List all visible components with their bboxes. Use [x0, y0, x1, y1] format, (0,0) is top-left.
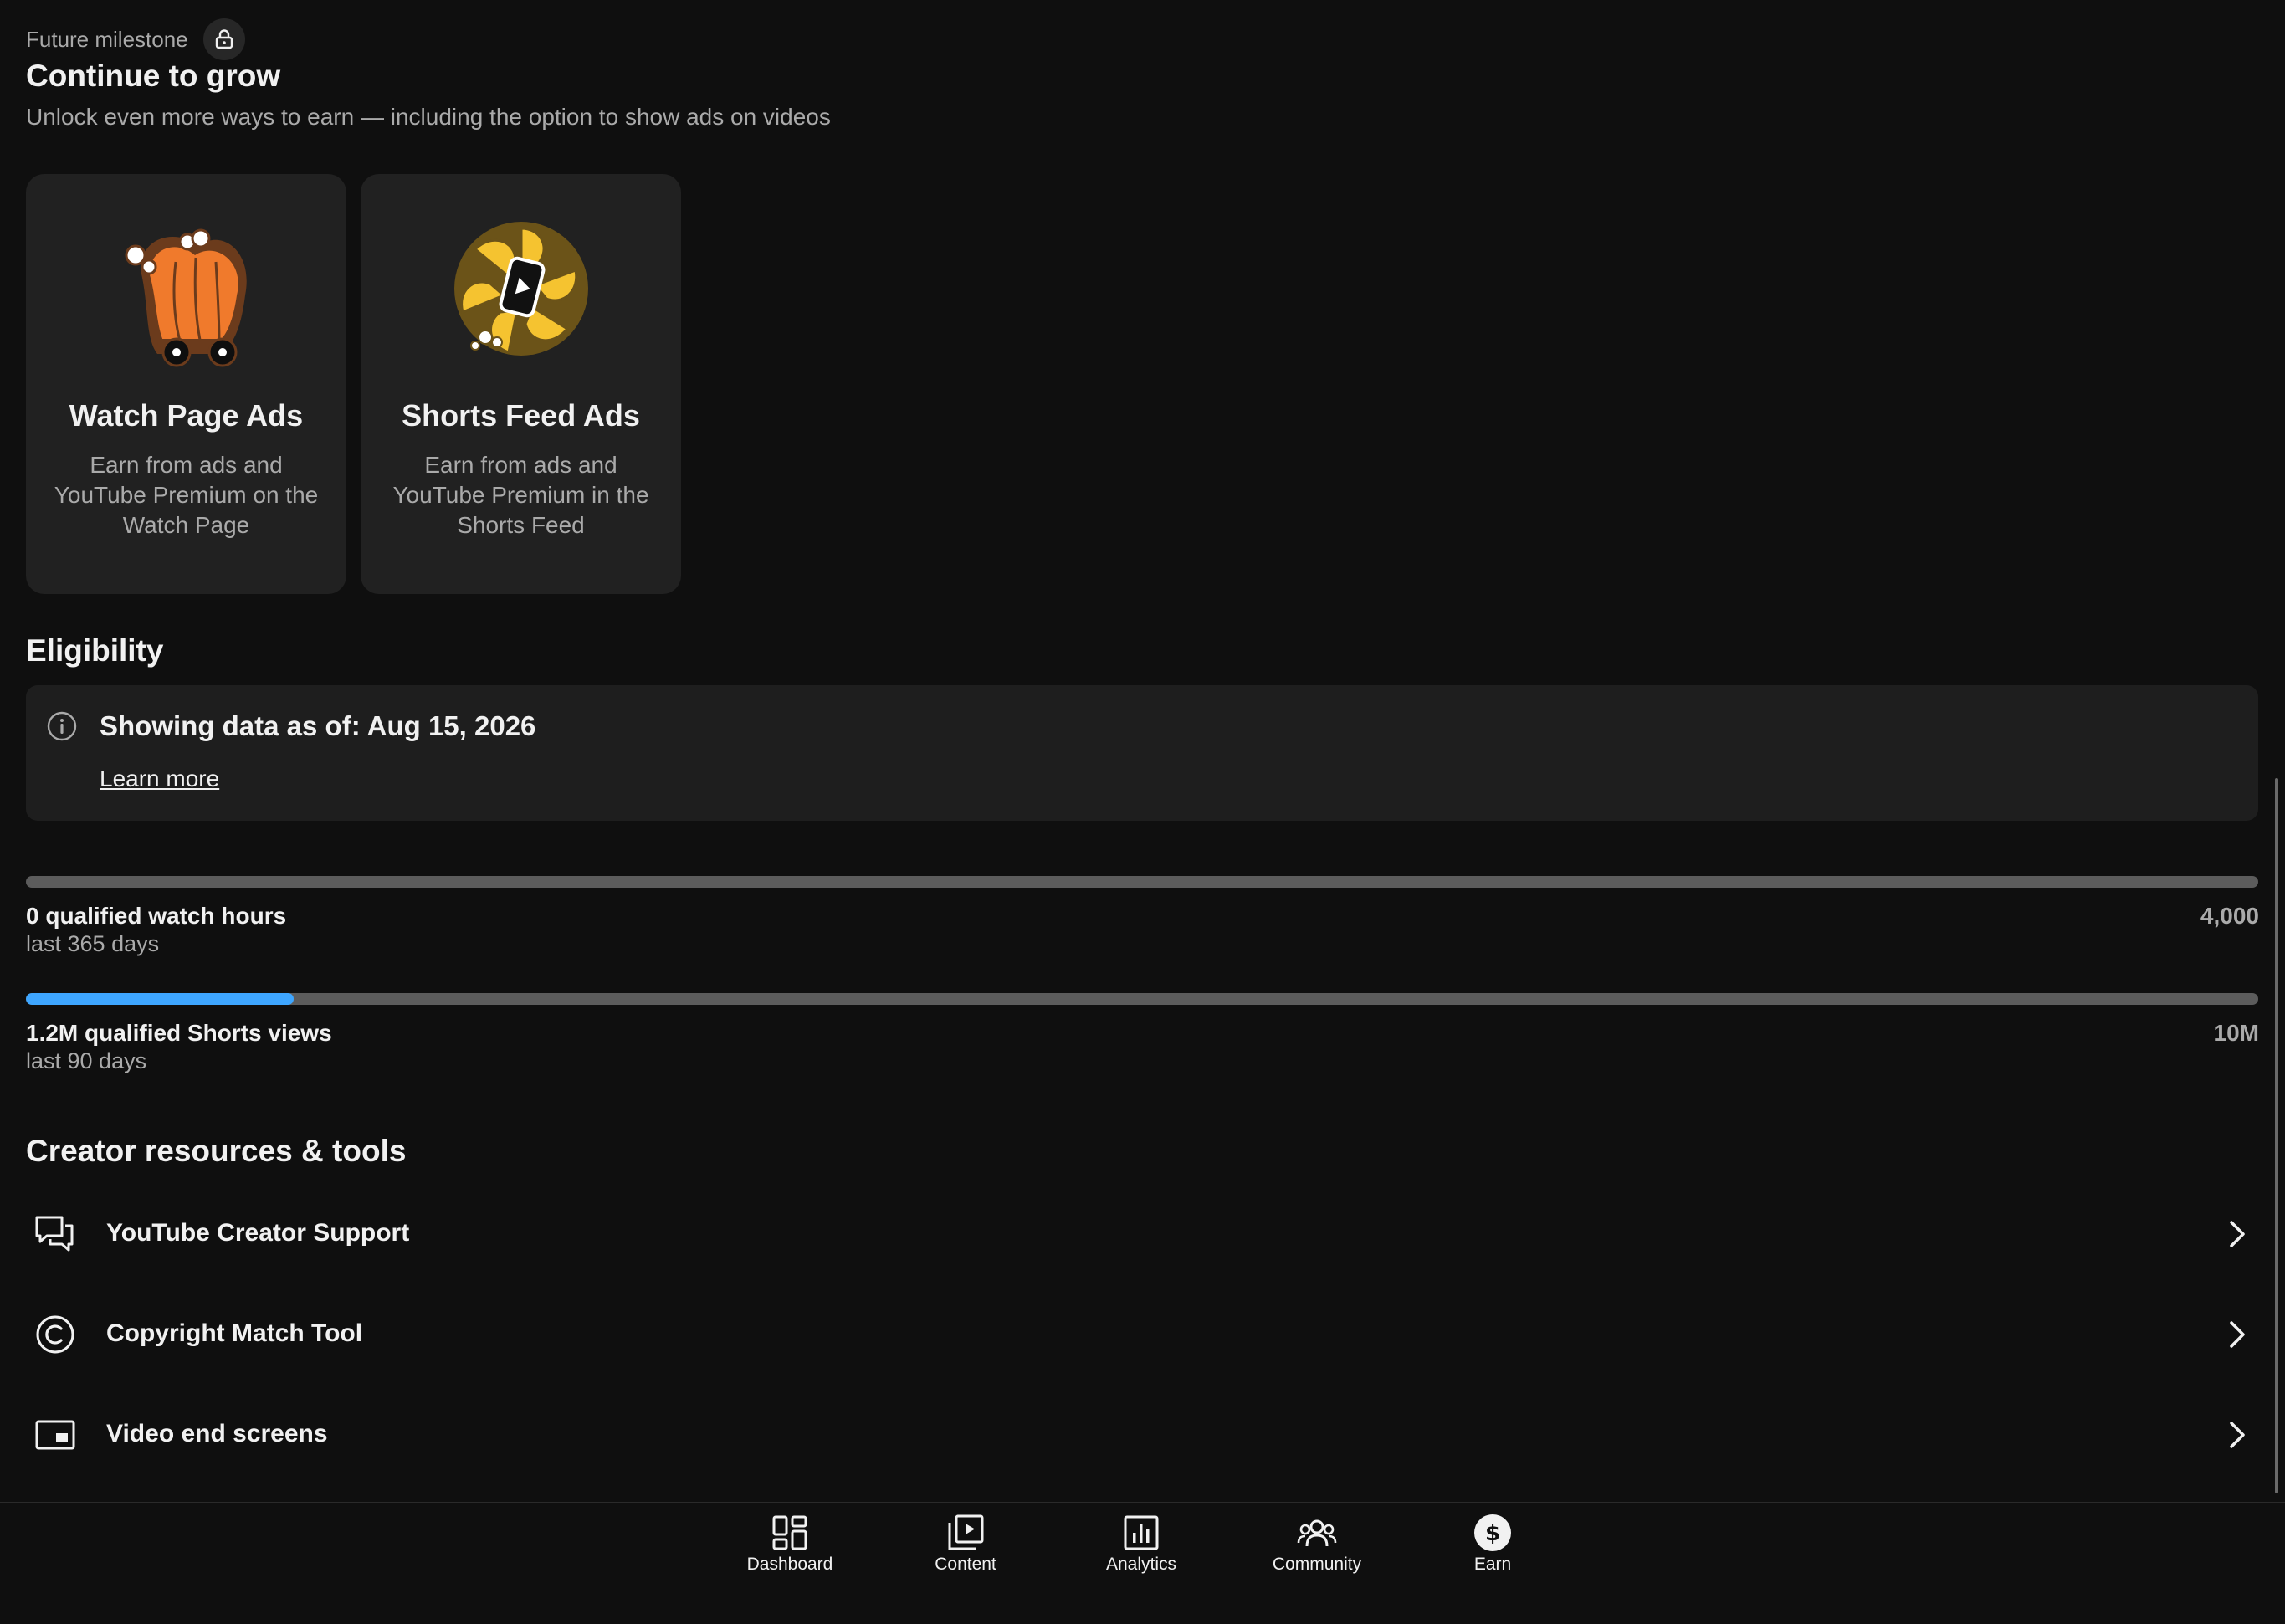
earn-page: Future milestone Continue to grow Unlock… [0, 0, 2285, 1502]
chevron-right-icon [2224, 1319, 2249, 1354]
chevron-right-icon [2224, 1219, 2249, 1253]
learn-more-link[interactable]: Learn more [100, 766, 219, 792]
shorts-feed-ads-illustration [442, 212, 601, 371]
creator-support-row[interactable]: YouTube Creator Support [0, 1194, 2259, 1274]
watch-page-ads-illustration [107, 212, 266, 371]
copyright-match-tool-label: Copyright Match Tool [106, 1319, 363, 1347]
watch-page-ads-description: Earn from ads and YouTube Premium on the… [54, 452, 319, 538]
nav-community[interactable]: Community [1254, 1503, 1380, 1595]
nav-analytics[interactable]: Analytics [1078, 1503, 1204, 1595]
svg-text:$: $ [1485, 1521, 1500, 1546]
shorts-views-label: 1.2M qualified Shorts views [26, 1020, 332, 1046]
eligibility-title: Eligibility [26, 633, 164, 668]
bottom-nav: Dashboard Content Analytics Community $ … [0, 1502, 2285, 1624]
nav-analytics-label: Analytics [1105, 1555, 1177, 1574]
shorts-feed-ads-card[interactable]: Shorts Feed Ads Earn from ads and YouTub… [361, 174, 681, 594]
data-as-of-text: Showing data as of: Aug 15, 2026 [100, 710, 536, 741]
community-icon [1297, 1513, 1337, 1553]
scrollbar[interactable] [2275, 778, 2278, 1493]
watch-hours-label: 0 qualified watch hours [26, 903, 287, 929]
shorts-feed-ads-title: Shorts Feed Ads [402, 398, 640, 433]
shorts-feed-ads-description: Earn from ads and YouTube Premium in the… [392, 452, 649, 538]
nav-dashboard-label: Dashboard [746, 1555, 833, 1574]
eligibility-info-box: Showing data as of: Aug 15, 2026 Learn m… [26, 685, 2258, 821]
watch-hours-period: last 365 days [26, 931, 160, 956]
analytics-icon [1121, 1513, 1161, 1553]
nav-earn[interactable]: $ Earn [1430, 1503, 1555, 1595]
dashboard-icon [770, 1513, 810, 1553]
chat-bubbles-icon [33, 1214, 77, 1254]
shorts-views-progress-bar [26, 993, 2258, 1005]
nav-content-label: Content [935, 1555, 996, 1574]
watch-page-ads-card[interactable]: Watch Page Ads Earn from ads and YouTube… [26, 174, 346, 594]
nav-dashboard[interactable]: Dashboard [727, 1503, 853, 1595]
copyright-match-tool-row[interactable]: Copyright Match Tool [0, 1294, 2259, 1375]
creator-resources-title: Creator resources & tools [26, 1134, 407, 1168]
watch-hours-target: 4,000 [2200, 903, 2259, 929]
video-end-screens-row[interactable]: Video end screens [0, 1395, 2259, 1475]
earn-dollar-icon: $ [1473, 1513, 1513, 1553]
shorts-views-target: 10M [2213, 1020, 2259, 1046]
chevron-right-icon [2224, 1420, 2249, 1454]
end-screen-icon [33, 1415, 77, 1455]
video-end-screens-label: Video end screens [106, 1420, 328, 1447]
content-icon [945, 1513, 986, 1553]
shorts-views-progress-fill [26, 993, 295, 1005]
nav-community-label: Community [1272, 1555, 1362, 1574]
watch-page-ads-title: Watch Page Ads [69, 398, 304, 433]
info-icon [46, 710, 78, 746]
milestone-title: Continue to grow [26, 59, 281, 93]
milestone-label: Future milestone [26, 26, 188, 52]
copyright-icon [33, 1314, 77, 1355]
lock-icon [202, 18, 245, 60]
watch-hours-progress-bar [26, 876, 2258, 888]
milestone-subtitle: Unlock even more ways to earn — includin… [26, 104, 831, 130]
nav-earn-label: Earn [1473, 1555, 1512, 1574]
shorts-views-period: last 90 days [26, 1048, 147, 1073]
milestone-header: Future milestone [26, 18, 245, 60]
nav-content[interactable]: Content [903, 1503, 1028, 1595]
creator-support-label: YouTube Creator Support [106, 1219, 410, 1247]
